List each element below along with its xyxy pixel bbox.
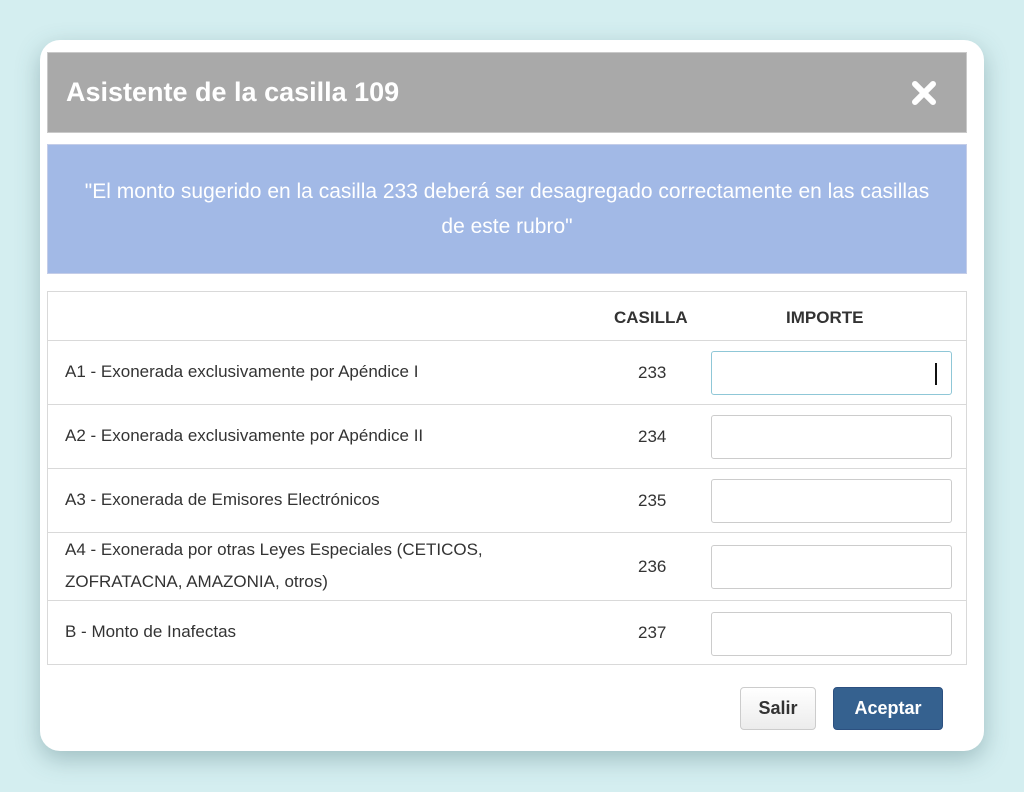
close-button[interactable]: [910, 79, 938, 107]
row-label: A3 - Exonerada de Emisores Electrónicos: [65, 490, 380, 509]
salir-button[interactable]: Salir: [740, 687, 816, 730]
dialog-title: Asistente de la casilla 109: [66, 77, 400, 107]
dialog-header: Asistente de la casilla 109: [47, 52, 967, 133]
row-label: B - Monto de Inafectas: [65, 622, 237, 641]
importe-input-236[interactable]: [711, 545, 952, 589]
text-caret: [935, 363, 937, 385]
info-banner-text: "El monto sugerido en la casilla 233 deb…: [84, 180, 930, 238]
row-casilla-code: 236: [638, 557, 667, 576]
row-label: A1 - Exonerada exclusivamente por Apéndi…: [65, 362, 419, 381]
column-header-casilla: CASILLA: [614, 308, 688, 327]
table-row: A2 - Exonerada exclusivamente por Apéndi…: [48, 405, 966, 469]
row-casilla-code: 234: [638, 427, 667, 446]
importe-input-235[interactable]: [711, 479, 952, 523]
row-label: A4 - Exonerada por otras Leyes Especiale…: [65, 540, 483, 591]
row-casilla-code: 233: [638, 363, 667, 382]
row-casilla-code: 237: [638, 623, 667, 642]
importe-input-233[interactable]: [711, 351, 952, 395]
table-row: A3 - Exonerada de Emisores Electrónicos …: [48, 469, 966, 533]
column-header-importe: IMPORTE: [786, 308, 864, 327]
row-casilla-code: 235: [638, 491, 667, 510]
importe-input-237[interactable]: [711, 612, 952, 656]
table-header: CASILLA IMPORTE: [48, 292, 966, 341]
casilla-wizard-dialog: Asistente de la casilla 109 "El monto su…: [40, 40, 984, 751]
row-label: A2 - Exonerada exclusivamente por Apéndi…: [65, 426, 424, 445]
casillas-table: CASILLA IMPORTE A1 - Exonerada exclusiva…: [47, 291, 967, 665]
info-banner: "El monto sugerido en la casilla 233 deb…: [47, 144, 967, 274]
table-row: A4 - Exonerada por otras Leyes Especiale…: [48, 533, 966, 601]
importe-input-234[interactable]: [711, 415, 952, 459]
table-row: B - Monto de Inafectas 237: [48, 601, 966, 664]
close-icon: [912, 81, 936, 105]
table-row: A1 - Exonerada exclusivamente por Apéndi…: [48, 341, 966, 405]
aceptar-button[interactable]: Aceptar: [833, 687, 943, 730]
